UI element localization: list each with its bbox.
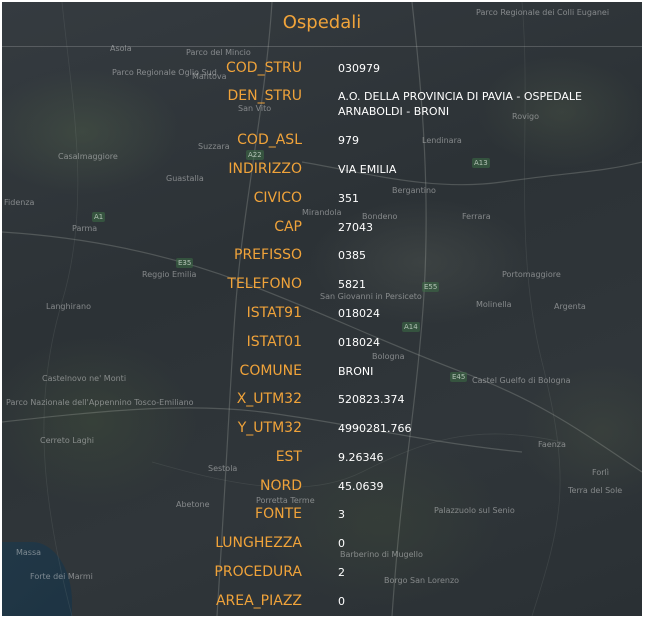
map-label-bologna: Bologna (372, 352, 405, 361)
popup-panel: Asola Mantova Parco Regionale Oglio Sud … (2, 2, 642, 616)
field-value: 018024 (338, 307, 380, 320)
field-key: COMUNE (239, 363, 302, 379)
map-label-oglio-sud: Parco Regionale Oglio Sud (112, 68, 217, 77)
map-label-guastalla: Guastalla (166, 174, 204, 183)
map-label-casalmaggiore: Casalmaggiore (58, 152, 118, 161)
field-key: EST (275, 449, 302, 465)
field-value: 0385 (338, 249, 366, 262)
field-key: ISTAT91 (246, 305, 302, 321)
field-value: 979 (338, 134, 359, 147)
map-label-persiceto: San Giovanni in Persiceto (320, 292, 422, 301)
field-key: CAP (274, 219, 302, 235)
map-label-faenza: Faenza (538, 440, 566, 449)
map-label-parco-mincio: Parco del Mincio (186, 48, 251, 57)
field-key: AREA_PIAZZ (215, 593, 302, 609)
field-value: 4990281.766 (338, 422, 412, 435)
field-key: PROCEDURA (214, 564, 302, 580)
title-divider (2, 46, 642, 47)
map-label-langhirano: Langhirano (46, 302, 91, 311)
field-value: 520823.374 (338, 393, 405, 406)
field-value: 5821 (338, 278, 366, 291)
field-value: 0 (338, 595, 345, 608)
map-label-forte-dei-marmi: Forte dei Marmi (30, 572, 93, 581)
road-badge-a14: A14 (402, 322, 420, 332)
map-label-san-vito: San Vito (238, 104, 272, 113)
field-value: 27043 (338, 221, 373, 234)
map-label-abetone: Abetone (176, 500, 210, 509)
field-value: 2 (338, 566, 345, 579)
field-key: LUNGHEZZA (215, 535, 302, 551)
map-label-barberino: Barberino di Mugello (340, 550, 423, 559)
field-key: Y_UTM32 (237, 420, 302, 436)
field-key: FONTE (255, 506, 302, 522)
field-key: COD_ASL (237, 132, 302, 148)
field-value: 030979 (338, 62, 380, 75)
map-label-porretta: Porretta Terme (256, 496, 315, 505)
map-label-castelnovo: Castelnovo ne' Monti (42, 374, 127, 383)
field-value: 0 (338, 537, 345, 550)
field-key: NORD (260, 478, 302, 494)
map-label-sestola: Sestola (208, 464, 238, 473)
field-key: PREFISSO (234, 247, 302, 263)
field-key: DEN_STRU (227, 88, 302, 104)
field-value: BRONI (338, 365, 374, 378)
field-value: VIA EMILIA (338, 163, 397, 176)
map-label-reggio-emilia: Reggio Emilia (142, 270, 197, 279)
field-value: 351 (338, 192, 359, 205)
field-value: 45.0639 (338, 480, 384, 493)
map-label-forli: Forlì (592, 468, 609, 477)
map-label-fidenza: Fidenza (4, 198, 35, 207)
field-value: A.O. DELLA PROVINCIA DI PAVIA - OSPEDALE… (338, 90, 582, 118)
field-key: X_UTM32 (236, 391, 302, 407)
map-label-parco-appennino: Parco Nazionale dell'Appennino Tosco-Emi… (6, 398, 194, 407)
map-label-mirandola: Mirandola (302, 208, 342, 217)
road-badge-e35: E35 (176, 258, 194, 268)
road-badge-a1: A1 (92, 212, 106, 222)
field-key: INDIRIZZO (228, 161, 302, 177)
field-key: TELEFONO (227, 276, 302, 292)
map-label-parma: Parma (72, 224, 98, 233)
map-label-massa: Massa (16, 548, 42, 557)
field-value: 3 (338, 508, 345, 521)
map-label-cerreto-laghi: Cerreto Laghi (40, 436, 94, 445)
field-key: ISTAT01 (246, 334, 302, 350)
field-value: 9.26346 (338, 451, 384, 464)
field-key: CIVICO (253, 190, 302, 206)
road-badge-a22: A22 (246, 150, 264, 160)
popup-title: Ospedali (282, 12, 362, 33)
field-value: 018024 (338, 336, 380, 349)
map-label-suzzara: Suzzara (198, 142, 230, 151)
field-key: COD_STRU (226, 60, 302, 76)
